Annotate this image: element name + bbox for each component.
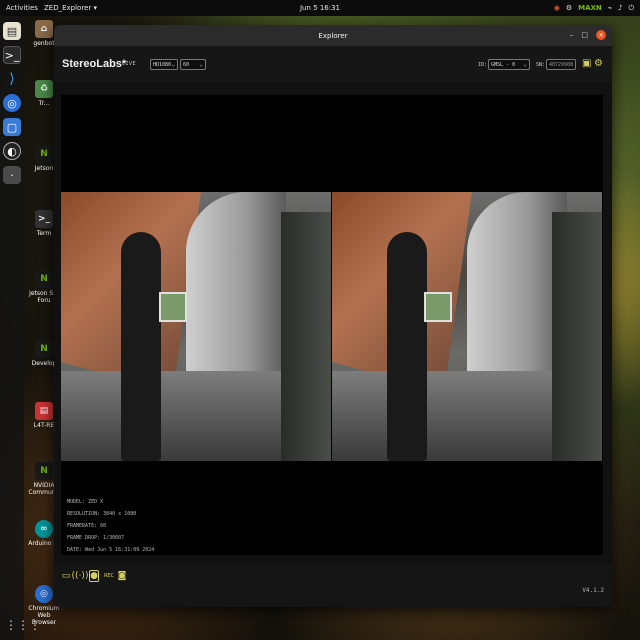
desktop-icon-label: genbot [33,40,55,47]
power-icon[interactable]: ⏻ [628,4,634,13]
chromium-icon: ◎ [35,585,53,603]
chromium-icon[interactable]: ◎ [3,94,21,112]
desktop-icon-label: Term [36,230,52,237]
volume-icon[interactable]: ♪ [618,4,622,12]
chevron-down-icon: ⌄ [523,61,527,68]
meta-model: MODEL: ZED X [67,499,104,505]
serial-number-field: 40729908 [546,59,576,70]
camera-id-select[interactable]: GMSL - 0 ⌄ [488,59,530,70]
sn-label: SN: [536,62,546,68]
desktop-icon-label: Jetson [34,165,54,172]
dock: ▤ >_ ⟩ ◎ ▢ ◐ · ⋮⋮⋮ [0,16,41,640]
meta-frame-drop: FRAME DROP: 1/30607 [67,535,125,541]
held-board [159,292,187,322]
bottom-toolbar: ▭ ((·)) ● REC ◙ V4.1.2 [54,565,612,607]
chevron-down-icon: ⌄ [199,61,203,68]
desktop-icon-label: Chromium Web Browser [28,605,60,626]
trash-icon: ♻ [35,80,53,98]
app-menu[interactable]: ZED_Explorer ▾ [44,4,97,12]
stair-wall [552,212,602,461]
person-figure [387,232,427,461]
nvidia-icon: N [35,145,53,163]
gear-icon[interactable]: ⚙ [594,58,604,70]
serial-number-value: 40729908 [549,61,574,68]
tray-settings-icon[interactable]: ⚙ [566,4,572,12]
network-icon[interactable]: ⌁ [608,4,612,12]
activities-button[interactable]: Activities [6,4,38,12]
minimize-button[interactable]: – [570,31,574,39]
desktop-icon-label: Develop [31,360,57,367]
broadcast-icon[interactable]: ((·)) [72,570,89,582]
desktop-icon-label: Tr... [38,100,50,107]
meta-resolution: RESOLUTION: 3840 x 1080 [67,511,137,517]
system-top-bar: Activities ZED_Explorer ▾ Jun 5 16:31 ◉ … [0,0,640,16]
desktop-icon-label: L4T-RE [33,422,55,429]
version-label: V4.1.2 [582,587,604,594]
resolution-select[interactable]: HD1080 ⌄ [150,59,178,70]
explorer-window: Explorer – □ × StereoLabs* LIVE HD1080 ⌄… [54,25,612,607]
folder-icon[interactable]: ▭ [61,570,71,582]
system-tray[interactable]: ◉ ⚙ MAXN ⌁ ♪ ⏻ [554,4,634,13]
camera-id-value: GMSL - 0 [491,61,516,68]
brand-logo: StereoLabs* [62,58,127,70]
chevron-down-icon: ⌄ [171,61,175,68]
mode-label: LIVE [122,61,137,67]
right-camera-image [332,192,602,461]
window-titlebar[interactable]: Explorer – □ × [54,25,612,46]
rec-label[interactable]: REC [102,570,116,582]
power-mode-indicator[interactable]: MAXN [578,4,602,12]
nvidia-icon: N [35,340,53,358]
camera-icon[interactable]: ◙ [117,570,127,582]
app-icon[interactable]: · [3,166,21,184]
window-title: Explorer [318,31,348,40]
home-icon: ⌂ [35,20,53,38]
record-icon[interactable]: ● [89,570,99,582]
terminal-icon: >_ [35,210,53,228]
resolution-select-value: HD1080 [153,61,172,68]
fps-select[interactable]: 60 ⌄ [180,59,206,70]
record-settings-icon[interactable]: ▣ [582,58,592,70]
obs-icon[interactable]: ◐ [3,142,21,160]
id-label: ID: [478,62,488,68]
clock[interactable]: Jun 5 16:31 [300,4,340,12]
nvidia-icon: N [35,270,53,288]
tray-record-icon[interactable]: ◉ [554,4,560,12]
arduino-icon: ∞ [35,520,53,538]
held-board [424,292,452,322]
camera-viewer[interactable]: MODEL: ZED X RESOLUTION: 3840 x 1080 FRA… [61,95,603,555]
meta-date: DATE: Wed Jun 5 16:31:09 2024 [67,547,155,553]
vscode-icon[interactable]: ⟩ [3,70,21,88]
window-controls: – □ × [570,30,606,40]
app-header: StereoLabs* LIVE HD1080 ⌄ 60 ⌄ ID: GMSL … [54,46,612,82]
doc-icon: ▤ [35,402,53,420]
screenshot-icon[interactable]: ▢ [3,118,21,136]
close-button[interactable]: × [596,30,606,40]
stair-wall [281,212,331,461]
fps-select-value: 60 [183,61,190,68]
meta-framerate: FRAMERATE: 60 [67,523,107,529]
files-icon[interactable]: ▤ [3,22,21,40]
left-camera-image [61,192,331,461]
nvidia-icon: N [35,462,53,480]
maximize-button[interactable]: □ [581,31,588,39]
camera-metadata: MODEL: ZED X RESOLUTION: 3840 x 1080 FRA… [67,496,154,556]
terminal-icon[interactable]: >_ [3,46,21,64]
person-figure [121,232,161,461]
